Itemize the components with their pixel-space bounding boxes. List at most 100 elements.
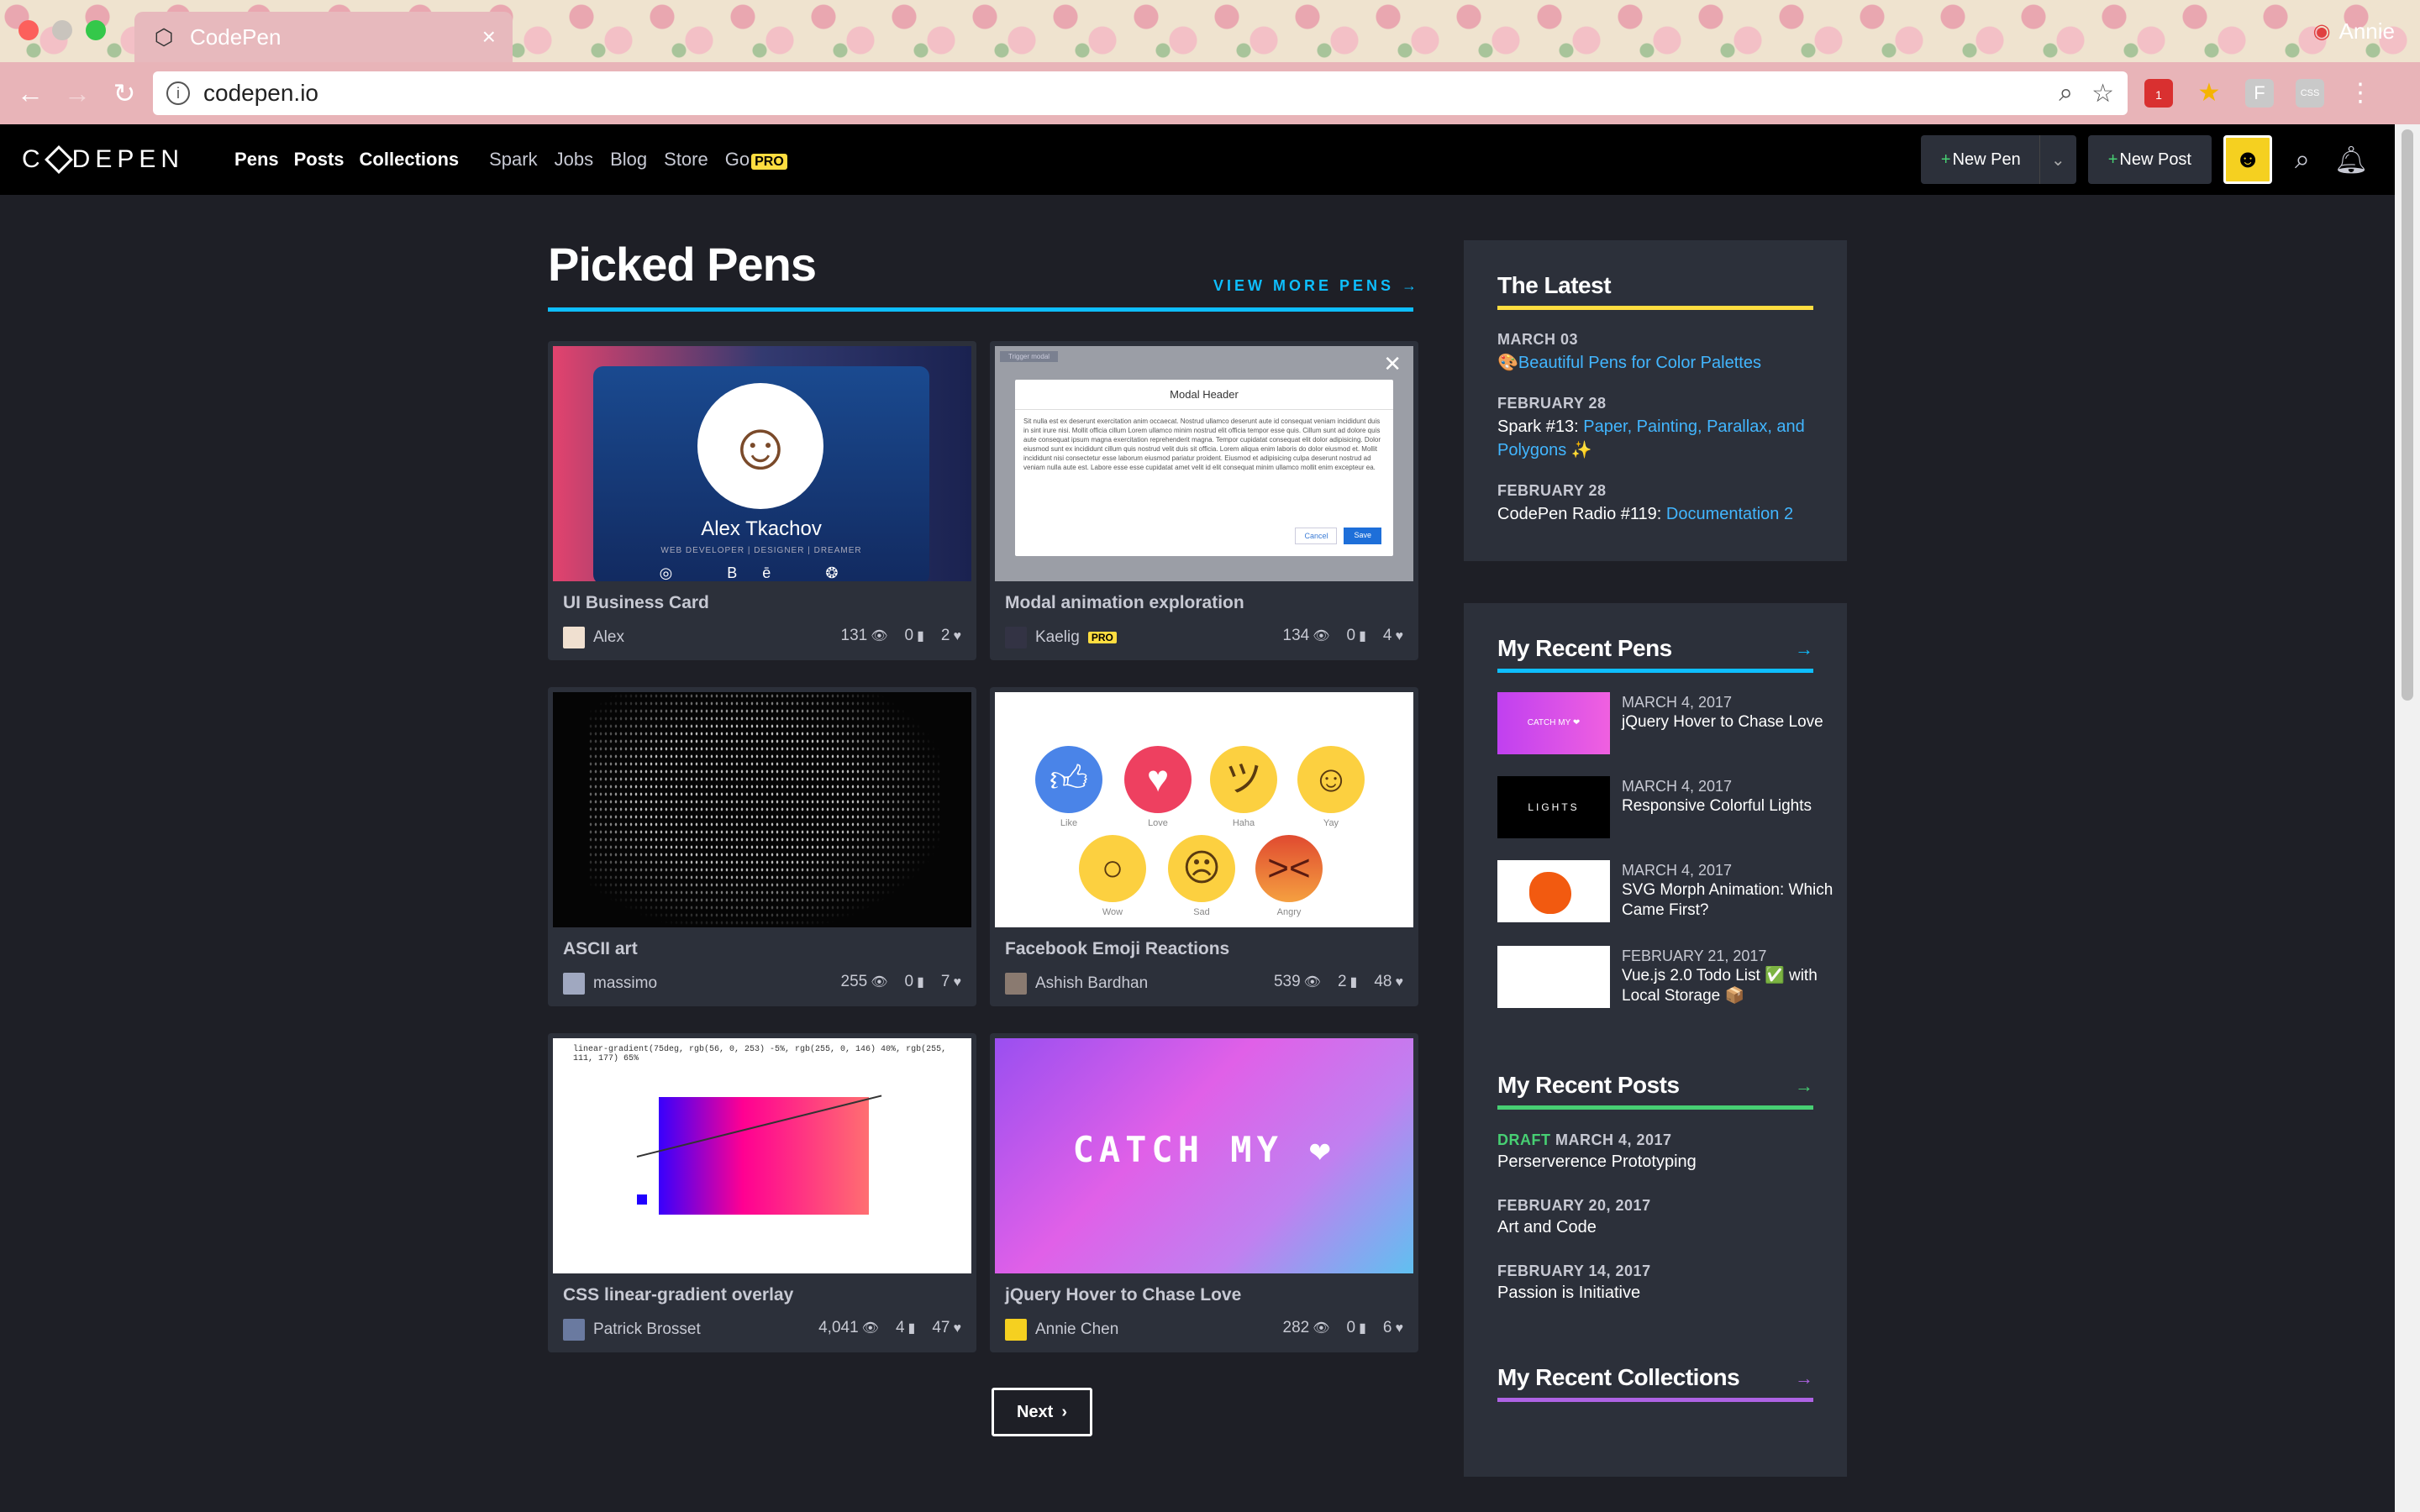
- arrow-right-icon[interactable]: →: [1795, 1075, 1813, 1097]
- arrow-right-icon[interactable]: →: [1795, 638, 1813, 660]
- search-icon[interactable]: ⌕: [2284, 144, 2321, 176]
- loves-stat[interactable]: 48 ♥: [1374, 973, 1403, 991]
- browser-tab[interactable]: ⬡ CodePen ×: [134, 12, 513, 62]
- nav-collections[interactable]: Collections: [360, 149, 460, 171]
- recent-posts-title[interactable]: My Recent Posts: [1497, 1072, 1680, 1099]
- new-post-button[interactable]: + New Post: [2087, 135, 2212, 184]
- comments-stat[interactable]: 0 ▮: [905, 973, 924, 991]
- views-stat[interactable]: 131 👁︎: [841, 627, 888, 645]
- info-icon[interactable]: i: [166, 81, 190, 105]
- pen-card[interactable]: CATCH MY ❤ jQuery Hover to Chase Love An…: [990, 1033, 1418, 1352]
- pen-card[interactable]: linear-gradient(75deg, rgb(56, 0, 253) -…: [548, 1033, 976, 1352]
- next-page-button[interactable]: Next ›: [992, 1388, 1092, 1436]
- pen-preview[interactable]: ☺ Alex Tkachov WEB DEVELOPER | DESIGNER …: [553, 346, 971, 581]
- extension-red-icon[interactable]: 1: [2144, 79, 2173, 108]
- comments-stat[interactable]: 0 ▮: [1347, 627, 1366, 645]
- latest-link[interactable]: Documentation 2: [1666, 505, 1793, 523]
- loves-stat[interactable]: 2 ♥: [941, 627, 961, 645]
- chevron-down-icon[interactable]: ⌄: [2039, 135, 2076, 184]
- post-title[interactable]: Passion is Initiative: [1497, 1282, 1651, 1304]
- views-stat[interactable]: 282 👁︎: [1283, 1319, 1330, 1337]
- comments-stat[interactable]: 0 ▮: [1347, 1319, 1366, 1337]
- nav-pens[interactable]: Pens: [234, 149, 279, 171]
- back-arrow-icon[interactable]: ←: [7, 78, 54, 109]
- views-stat[interactable]: 134 👁︎: [1283, 627, 1330, 645]
- pen-author[interactable]: Patrick Brosset: [563, 1319, 701, 1341]
- pen-author[interactable]: Ashish Bardhan: [1005, 973, 1148, 995]
- nav-spark[interactable]: Spark: [489, 149, 537, 171]
- loves-stat[interactable]: 6 ♥: [1383, 1319, 1403, 1337]
- url-text[interactable]: codepen.io: [203, 80, 2040, 107]
- scrollbar-thumb[interactable]: [2402, 129, 2413, 701]
- comments-stat[interactable]: 4 ▮: [896, 1319, 915, 1337]
- pen-card[interactable]: 👍︎ ♥ ツ ☺ ○ ☹ ˃˂ Like Love Haha Yay Wow S…: [990, 687, 1418, 1006]
- pen-thumbnail[interactable]: [1497, 946, 1610, 1008]
- window-minimize-button[interactable]: [52, 20, 72, 40]
- pen-title[interactable]: UI Business Card: [563, 593, 709, 613]
- pen-preview[interactable]: [553, 692, 971, 927]
- pen-preview[interactable]: Trigger modal ✕ Modal Header Sit nulla e…: [995, 346, 1413, 581]
- address-bar[interactable]: i codepen.io ⌕ ☆: [153, 71, 2128, 115]
- loves-stat[interactable]: 7 ♥: [941, 973, 961, 991]
- pen-title[interactable]: ASCII art: [563, 939, 638, 959]
- pen-title[interactable]: Responsive Colorful Lights: [1622, 796, 1812, 816]
- nav-store[interactable]: Store: [664, 149, 708, 171]
- pen-card[interactable]: ☺ Alex Tkachov WEB DEVELOPER | DESIGNER …: [548, 341, 976, 660]
- views-stat[interactable]: 4,041 👁︎: [818, 1319, 879, 1337]
- views-stat[interactable]: 539 👁︎: [1274, 973, 1321, 991]
- post-title[interactable]: Perserverence Prototyping: [1497, 1151, 1697, 1173]
- pen-title[interactable]: Modal animation exploration: [1005, 593, 1244, 613]
- arrow-right-icon[interactable]: →: [1795, 1368, 1813, 1389]
- recent-pens-title[interactable]: My Recent Pens: [1497, 635, 1672, 662]
- browser-profile[interactable]: ◉ Annie: [2313, 18, 2395, 45]
- comments-stat[interactable]: 0 ▮: [905, 627, 924, 645]
- recent-collections-title[interactable]: My Recent Collections: [1497, 1364, 1740, 1391]
- pen-title[interactable]: CSS linear-gradient overlay: [563, 1285, 793, 1305]
- pen-title[interactable]: Facebook Emoji Reactions: [1005, 939, 1229, 959]
- pen-preview[interactable]: 👍︎ ♥ ツ ☺ ○ ☹ ˃˂ Like Love Haha Yay Wow S…: [995, 692, 1413, 927]
- pen-author[interactable]: massimo: [563, 973, 657, 995]
- pen-title[interactable]: jQuery Hover to Chase Love: [1622, 712, 1823, 732]
- latest-item[interactable]: FEBRUARY 28 CodePen Radio #119: Document…: [1497, 479, 1817, 526]
- recent-post-item[interactable]: FEBRUARY 20, 2017 Art and Code: [1497, 1194, 1651, 1238]
- recent-post-item[interactable]: FEBRUARY 14, 2017 Passion is Initiative: [1497, 1260, 1651, 1304]
- window-zoom-button[interactable]: [86, 20, 106, 40]
- nav-jobs[interactable]: Jobs: [555, 149, 593, 171]
- nav-go-pro[interactable]: Go PRO: [725, 149, 787, 171]
- comments-stat[interactable]: 2 ▮: [1338, 973, 1357, 991]
- post-title[interactable]: Art and Code: [1497, 1216, 1651, 1238]
- pen-thumbnail[interactable]: LIGHTS: [1497, 776, 1610, 838]
- pen-title[interactable]: jQuery Hover to Chase Love: [1005, 1285, 1241, 1305]
- latest-item[interactable]: FEBRUARY 28 Spark #13: Paper, Painting, …: [1497, 391, 1817, 462]
- pen-preview[interactable]: CATCH MY ❤: [995, 1038, 1413, 1273]
- views-stat[interactable]: 255 👁︎: [841, 973, 888, 991]
- pen-preview[interactable]: linear-gradient(75deg, rgb(56, 0, 253) -…: [553, 1038, 971, 1273]
- notifications-bell-icon[interactable]: 🔔︎: [2333, 144, 2370, 176]
- recent-pen-item[interactable]: LIGHTS MARCH 4, 2017 Responsive Colorful …: [1497, 776, 1812, 838]
- extension-star-icon[interactable]: ★: [2195, 79, 2223, 108]
- user-avatar[interactable]: ☻: [2223, 135, 2272, 184]
- codepen-logo[interactable]: C DEPEN: [22, 145, 184, 174]
- pen-author[interactable]: Kaelig PRO: [1005, 627, 1117, 648]
- nav-blog[interactable]: Blog: [610, 149, 647, 171]
- recent-post-item[interactable]: DRAFT MARCH 4, 2017 Perserverence Protot…: [1497, 1129, 1697, 1173]
- latest-link[interactable]: Beautiful Pens for Color Palettes: [1518, 354, 1761, 372]
- recent-pen-item[interactable]: MARCH 4, 2017 SVG Morph Animation: Which …: [1497, 860, 1847, 922]
- loves-stat[interactable]: 4 ♥: [1383, 627, 1403, 645]
- loves-stat[interactable]: 47 ♥: [932, 1319, 961, 1337]
- pen-thumbnail[interactable]: CATCH MY ❤: [1497, 692, 1610, 754]
- pen-card[interactable]: Trigger modal ✕ Modal Header Sit nulla e…: [990, 341, 1418, 660]
- recent-pen-item[interactable]: CATCH MY ❤ MARCH 4, 2017 jQuery Hover to …: [1497, 692, 1823, 754]
- pen-author[interactable]: Alex: [563, 627, 624, 648]
- latest-item[interactable]: MARCH 03 🎨Beautiful Pens for Color Palet…: [1497, 328, 1817, 375]
- pen-author[interactable]: Annie Chen: [1005, 1319, 1118, 1341]
- nav-posts[interactable]: Posts: [294, 149, 345, 171]
- forward-arrow-icon[interactable]: →: [54, 78, 101, 109]
- extension-css-icon[interactable]: CSS: [2296, 79, 2324, 108]
- pen-thumbnail[interactable]: [1497, 860, 1610, 922]
- tab-close-icon[interactable]: ×: [482, 24, 496, 50]
- browser-menu-icon[interactable]: ⋮: [2346, 79, 2375, 108]
- bookmark-star-icon[interactable]: ☆: [2091, 79, 2114, 108]
- page-scrollbar[interactable]: [2395, 124, 2420, 1512]
- recent-pen-item[interactable]: FEBRUARY 21, 2017 Vue.js 2.0 Todo List ✅ …: [1497, 946, 1847, 1008]
